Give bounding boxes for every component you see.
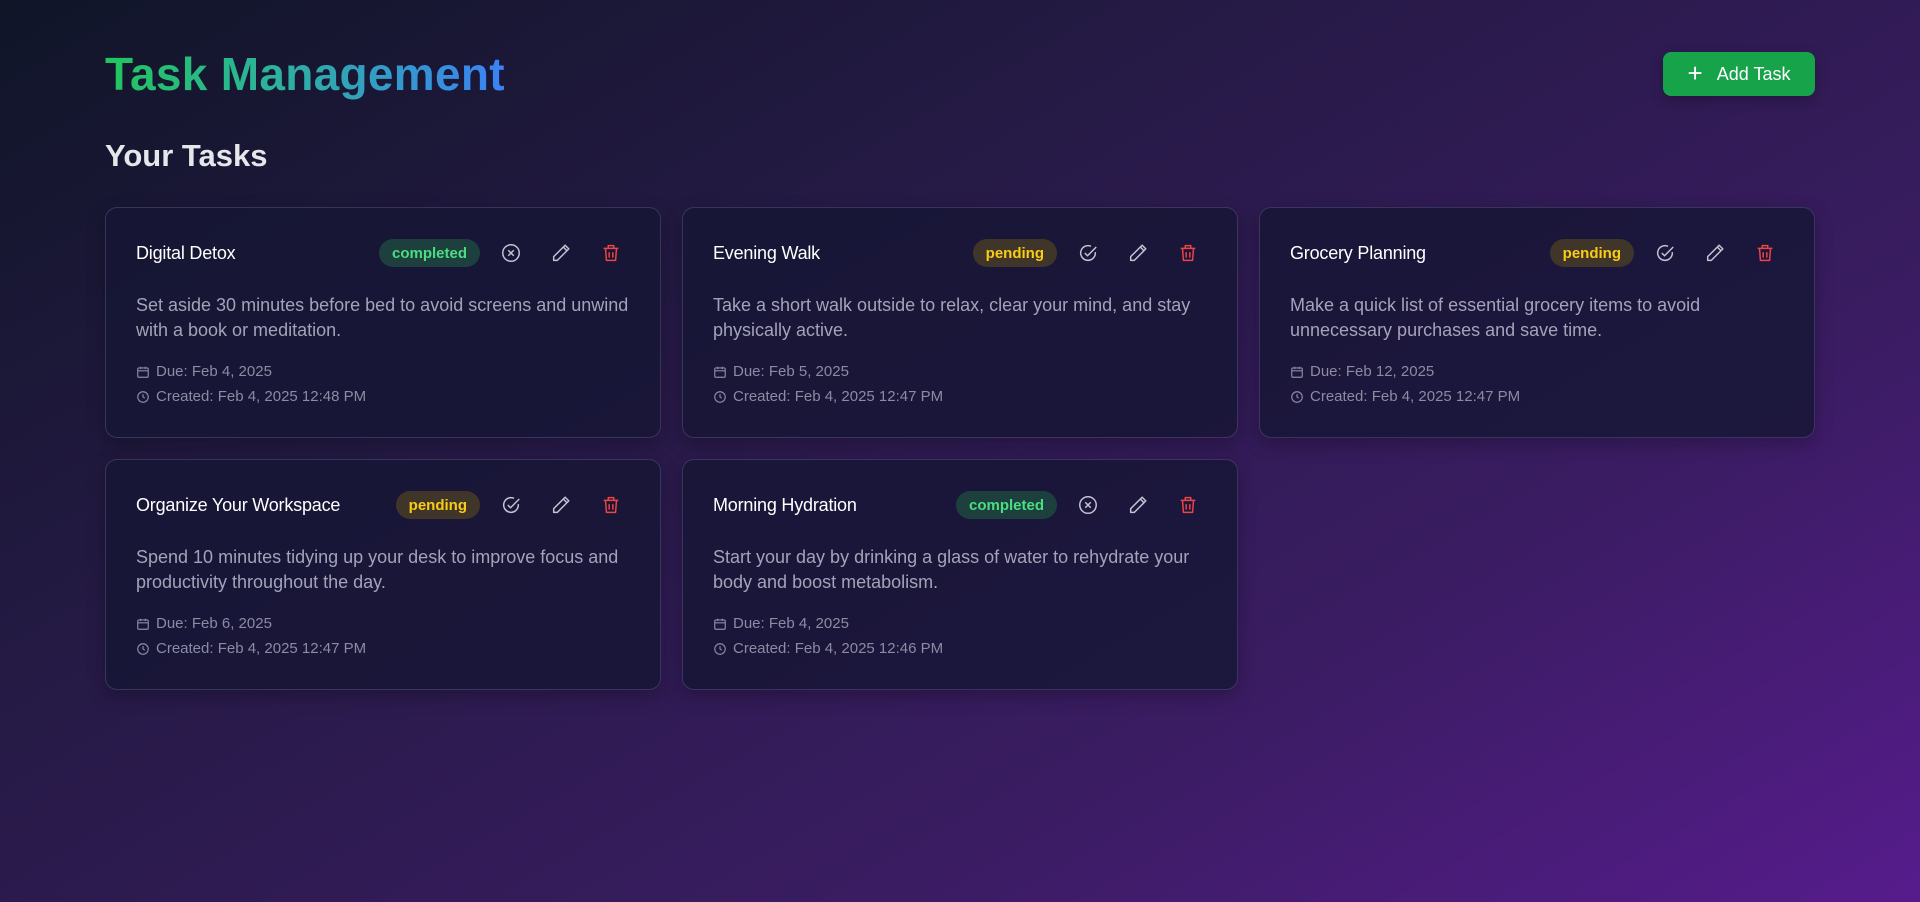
task-title: Morning Hydration — [713, 494, 857, 515]
task-description: Make a quick list of essential grocery i… — [1290, 295, 1701, 340]
task-card-header: Organize Your Workspace pending — [136, 490, 630, 520]
delete-button[interactable] — [592, 490, 630, 520]
created-date: Created: Feb 4, 2025 12:47 PM — [136, 640, 630, 657]
edit-button[interactable] — [542, 238, 580, 268]
task-title: Evening Walk — [713, 242, 820, 263]
clock-icon — [1291, 390, 1303, 403]
pencil-icon — [1129, 244, 1147, 262]
due-date-text: Due: Feb 5, 2025 — [733, 363, 849, 380]
task-card: Digital Detox completed Set aside 30 min… — [105, 207, 661, 438]
mark-complete-button[interactable] — [1646, 238, 1684, 268]
trash-icon — [603, 244, 619, 262]
task-card-header: Digital Detox completed — [136, 238, 630, 268]
add-task-label: Add Task — [1716, 63, 1791, 84]
due-date-text: Due: Feb 4, 2025 — [733, 615, 849, 632]
check-circle-icon — [1656, 244, 1674, 262]
task-title: Digital Detox — [136, 242, 236, 263]
delete-button[interactable] — [592, 238, 630, 268]
trash-icon — [1180, 244, 1196, 262]
calendar-icon — [714, 618, 726, 630]
calendar-icon — [714, 366, 726, 378]
due-date-text: Due: Feb 4, 2025 — [156, 363, 272, 380]
task-card-header: Grocery Planning pending — [1290, 238, 1784, 268]
task-description: Take a short walk outside to relax, clea… — [713, 295, 1191, 340]
mark-complete-button[interactable] — [1069, 238, 1107, 268]
pencil-icon — [552, 244, 570, 262]
check-circle-icon — [502, 496, 520, 514]
task-description: Start your day by drinking a glass of wa… — [713, 547, 1190, 592]
created-date: Created: Feb 4, 2025 12:47 PM — [713, 388, 1207, 405]
created-date: Created: Feb 4, 2025 12:47 PM — [1290, 388, 1784, 405]
clock-icon — [714, 642, 726, 655]
trash-icon — [603, 496, 619, 514]
task-card-header: Morning Hydration completed — [713, 490, 1207, 520]
task-card-header: Evening Walk pending — [713, 238, 1207, 268]
edit-button[interactable] — [1119, 490, 1157, 520]
created-date-text: Created: Feb 4, 2025 12:47 PM — [156, 640, 367, 657]
delete-button[interactable] — [1169, 238, 1207, 268]
task-grid: Digital Detox completed Set aside 30 min… — [105, 207, 1815, 690]
due-date-text: Due: Feb 12, 2025 — [1310, 363, 1435, 380]
created-date-text: Created: Feb 4, 2025 12:48 PM — [156, 388, 367, 405]
pencil-icon — [552, 496, 570, 514]
due-date-text: Due: Feb 6, 2025 — [156, 615, 272, 632]
edit-button[interactable] — [1119, 238, 1157, 268]
due-date: Due: Feb 5, 2025 — [713, 363, 1207, 380]
status-badge: pending — [972, 239, 1057, 267]
add-task-button[interactable]: + Add Task — [1663, 52, 1815, 96]
created-date: Created: Feb 4, 2025 12:48 PM — [136, 388, 630, 405]
app-title: Task Management — [105, 48, 505, 100]
section-title: Your Tasks — [105, 138, 268, 173]
task-card: Morning Hydration completed Start your d… — [682, 459, 1238, 690]
pencil-icon — [1129, 496, 1147, 514]
mark-incomplete-button[interactable] — [492, 238, 530, 268]
check-circle-icon — [1079, 244, 1097, 262]
task-card: Evening Walk pending Take a short walk o… — [682, 207, 1238, 438]
task-description: Set aside 30 minutes before bed to avoid… — [136, 295, 629, 340]
task-card: Organize Your Workspace pending Spend 10… — [105, 459, 661, 690]
trash-icon — [1757, 244, 1773, 262]
delete-button[interactable] — [1169, 490, 1207, 520]
x-circle-icon — [1079, 496, 1097, 514]
calendar-icon — [137, 366, 149, 378]
pencil-icon — [1706, 244, 1724, 262]
status-badge: completed — [955, 491, 1057, 519]
created-date: Created: Feb 4, 2025 12:46 PM — [713, 640, 1207, 657]
mark-complete-button[interactable] — [492, 490, 530, 520]
edit-button[interactable] — [1696, 238, 1734, 268]
calendar-icon — [137, 618, 149, 630]
clock-icon — [137, 390, 149, 403]
due-date: Due: Feb 6, 2025 — [136, 615, 630, 632]
x-circle-icon — [502, 244, 520, 262]
edit-button[interactable] — [542, 490, 580, 520]
clock-icon — [714, 390, 726, 403]
calendar-icon — [1291, 366, 1303, 378]
delete-button[interactable] — [1746, 238, 1784, 268]
task-title: Grocery Planning — [1290, 242, 1426, 263]
created-date-text: Created: Feb 4, 2025 12:47 PM — [1310, 388, 1521, 405]
header: Task Management + Add Task — [105, 44, 1815, 104]
status-badge: completed — [378, 239, 480, 267]
trash-icon — [1180, 496, 1196, 514]
created-date-text: Created: Feb 4, 2025 12:46 PM — [733, 640, 944, 657]
created-date-text: Created: Feb 4, 2025 12:47 PM — [733, 388, 944, 405]
status-badge: pending — [1549, 239, 1634, 267]
mark-incomplete-button[interactable] — [1069, 490, 1107, 520]
plus-icon: + — [1687, 57, 1703, 88]
due-date: Due: Feb 4, 2025 — [713, 615, 1207, 632]
due-date: Due: Feb 4, 2025 — [136, 363, 630, 380]
clock-icon — [137, 642, 149, 655]
task-card: Grocery Planning pending Make a quick li… — [1259, 207, 1815, 438]
status-badge: pending — [395, 491, 480, 519]
task-title: Organize Your Workspace — [136, 494, 341, 515]
due-date: Due: Feb 12, 2025 — [1290, 363, 1784, 380]
task-description: Spend 10 minutes tidying up your desk to… — [136, 547, 619, 592]
